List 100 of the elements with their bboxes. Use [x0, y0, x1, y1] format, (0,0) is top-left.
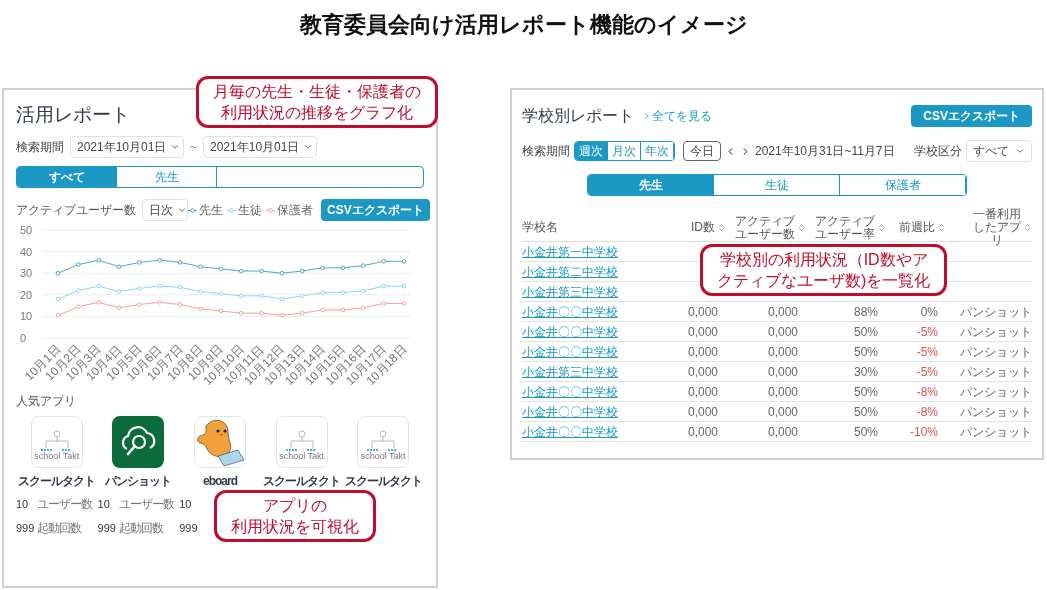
school-link[interactable]: 小金井第三中学校	[522, 362, 668, 381]
school-link[interactable]: 小金井〇〇中学校	[522, 382, 668, 401]
column-header: アクティブユーザー数	[734, 214, 795, 241]
sort-icon[interactable]	[797, 223, 806, 232]
legend-marker-icon	[188, 207, 197, 213]
data-point	[340, 307, 346, 313]
csv-export-button[interactable]: CSVエクスポート	[911, 105, 1032, 127]
table-cell: パンショット	[960, 384, 1032, 399]
app-tile[interactable]: school Takt	[275, 416, 328, 468]
data-point	[96, 300, 101, 305]
app-name: パンショット	[105, 473, 172, 490]
data-point	[198, 306, 203, 312]
range-separator: ~	[190, 139, 197, 156]
table-cell: -8%	[916, 404, 938, 419]
sort-icon[interactable]	[937, 223, 946, 232]
table-cell: -10%	[910, 424, 938, 439]
table-cell: 0,000	[767, 384, 798, 399]
data-point	[198, 289, 203, 294]
data-point	[401, 283, 407, 289]
today-button[interactable]: 今日	[683, 141, 721, 161]
sort-icon[interactable]	[717, 223, 726, 232]
data-point	[96, 257, 101, 263]
school-link[interactable]: 小金井〇〇中学校	[522, 322, 668, 341]
y-tick-label: 0	[20, 332, 27, 344]
stat-value: 10	[97, 496, 111, 512]
table-cell: 0,000	[687, 364, 718, 379]
tab[interactable]: すべて	[17, 167, 117, 187]
column-header: アクティブユーザー率	[814, 214, 875, 241]
data-point	[259, 293, 264, 299]
school-type-select[interactable]: すべて	[966, 140, 1032, 162]
table-cell: -5%	[916, 364, 938, 379]
app-tile[interactable]: school Takt	[357, 416, 410, 468]
y-tick-label: 10	[20, 310, 33, 323]
data-point	[401, 301, 407, 306]
period-option[interactable]: 週次	[575, 142, 608, 160]
legend-marker-icon	[227, 207, 236, 213]
cloud-magnifier-icon[interactable]	[112, 416, 165, 468]
table-cell: -5%	[916, 344, 938, 359]
legend-label: 先生	[199, 202, 223, 219]
table-cell: パンショット	[960, 304, 1032, 319]
app-name: スクールタクト	[263, 473, 341, 490]
interval-select[interactable]: 日次	[142, 199, 188, 221]
table-cell: パンショット	[960, 344, 1032, 359]
data-point	[76, 304, 81, 309]
data-point	[361, 305, 366, 311]
legend-label: 保護者	[277, 202, 313, 219]
start-date-select[interactable]: 2021年10月01日	[70, 136, 184, 158]
date-range: 2021年10月31日~11月7日	[755, 143, 895, 160]
stat-value: 999	[179, 520, 199, 536]
stat-label: 起動回数	[37, 520, 81, 537]
table-cell: 0,000	[687, 344, 718, 359]
see-all-link[interactable]: 全てを見る	[642, 107, 712, 125]
app-tile[interactable]: school Takt	[30, 416, 83, 468]
data-point	[55, 270, 61, 276]
data-point	[259, 310, 264, 316]
data-point	[381, 259, 386, 264]
table-cell: 0,000	[687, 424, 718, 439]
section-title: 人気アプリ	[16, 393, 77, 410]
table-cell: パンショット	[960, 324, 1032, 339]
stat-label: ユーザー数	[118, 496, 174, 513]
stat-label: ユーザー数	[37, 496, 92, 513]
school-link[interactable]: 小金井〇〇中学校	[522, 402, 668, 421]
column-header: 前週比	[899, 221, 935, 234]
data-point	[218, 266, 224, 272]
bird-drawing[interactable]	[194, 416, 246, 468]
school-link[interactable]: 小金井第一中学校	[522, 242, 668, 261]
callout-text: クティブなユーザ数)を一覧化	[717, 271, 931, 291]
data-point	[238, 293, 244, 299]
data-point	[299, 310, 305, 316]
school-link[interactable]: 小金井〇〇中学校	[522, 302, 668, 321]
data-point	[177, 302, 183, 307]
data-point	[299, 293, 305, 299]
app-name: eboard	[203, 473, 237, 490]
panel-title: 活用レポート	[16, 103, 130, 127]
data-point	[320, 290, 325, 295]
logo-text: school Takt	[34, 452, 80, 461]
chevron-down-icon	[1015, 146, 1025, 156]
tab[interactable]: 先生	[588, 175, 714, 195]
y-tick-label: 20	[20, 288, 33, 301]
data-point	[96, 283, 101, 289]
data-point	[238, 310, 244, 316]
csv-export-button[interactable]: CSVエクスポート	[321, 199, 430, 221]
sort-icon[interactable]	[877, 223, 886, 232]
end-date-select[interactable]: 2021年10月01日	[203, 136, 317, 158]
data-point	[320, 265, 325, 271]
callout-text: アプリの	[263, 496, 327, 516]
data-point	[340, 290, 346, 295]
table-cell: -5%	[916, 324, 938, 339]
school-link[interactable]: 小金井第二中学校	[522, 262, 668, 281]
school-link[interactable]: 小金井〇〇中学校	[522, 422, 668, 441]
data-point	[76, 262, 81, 267]
sort-icon[interactable]	[1023, 223, 1032, 232]
table-cell: 0%	[920, 304, 938, 319]
school-link[interactable]: 小金井第三中学校	[522, 282, 668, 301]
school-link[interactable]: 小金井〇〇中学校	[522, 342, 668, 361]
table-cell: 0,000	[767, 304, 798, 319]
data-point	[401, 259, 407, 264]
data-point	[137, 302, 142, 307]
data-point	[279, 313, 285, 318]
table-cell: パンショット	[960, 364, 1032, 379]
